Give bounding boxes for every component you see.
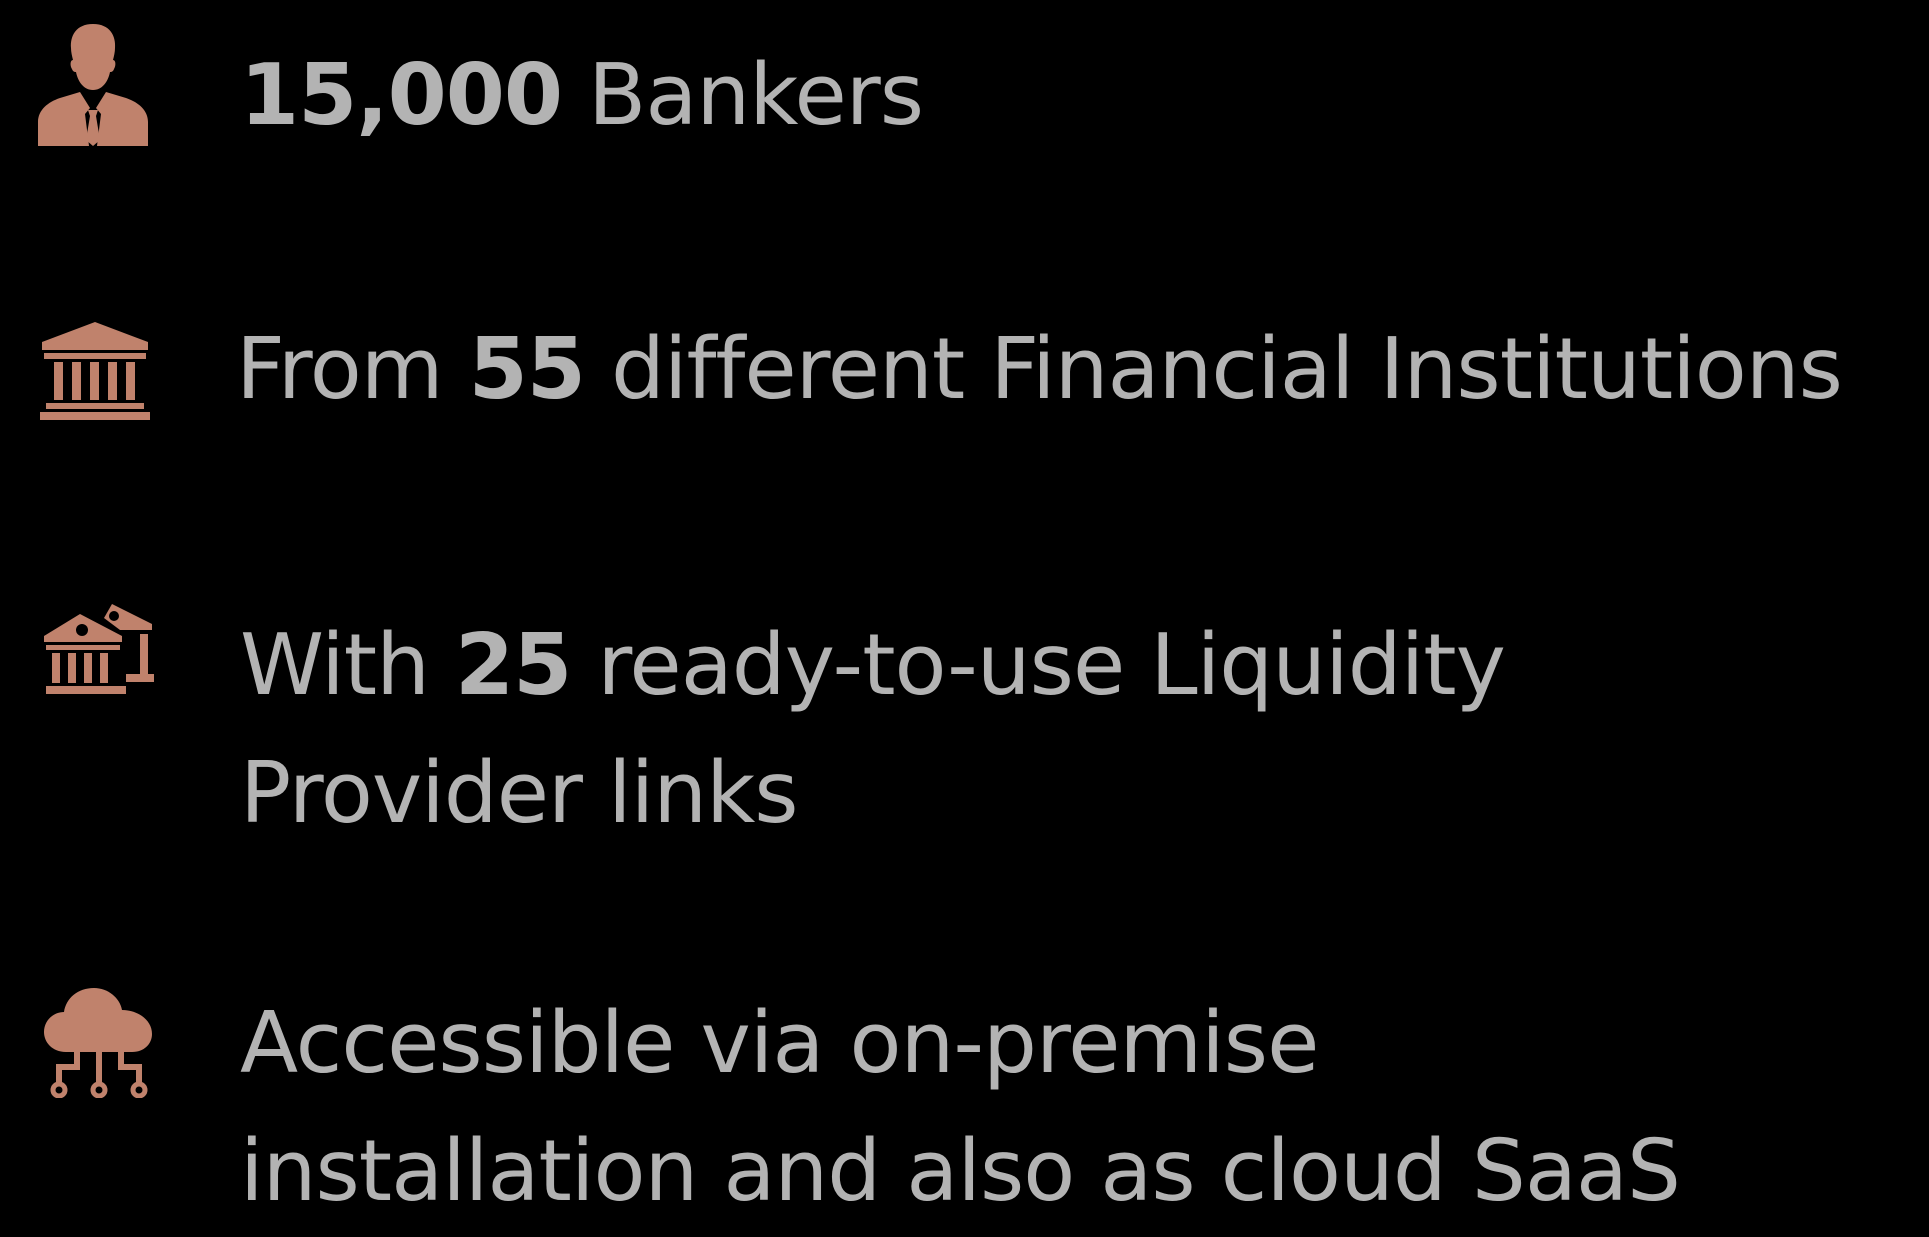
- stat-deployment: Accessible via on-premise installation a…: [0, 980, 1929, 1237]
- stat-deployment-line2: installation and also as cloud SaaS: [240, 1122, 1681, 1221]
- stat-bankers-label: Bankers: [562, 46, 924, 145]
- stat-liquidity-line1: With 25 ready-to-use Liquidity: [240, 602, 1506, 730]
- stats-page: 15,000 Bankers From 55 different Financi…: [0, 0, 1929, 1237]
- stat-institutions-prefix: From: [236, 320, 469, 419]
- stat-liquidity-line2: Provider links: [240, 744, 799, 843]
- stat-liquidity-links: With 25 ready-to-use Liquidity Provider …: [0, 590, 1929, 870]
- stat-bankers: 15,000 Bankers: [0, 0, 1929, 190]
- stat-liquidity-label: ready-to-use Liquidity: [571, 616, 1506, 715]
- stat-bankers-count: 15,000: [240, 46, 563, 145]
- banker-icon: [38, 24, 148, 146]
- stat-institutions-text: From 55 different Financial Institutions: [236, 306, 1843, 434]
- stat-liquidity-prefix: With: [240, 616, 456, 715]
- stat-deployment-line1: Accessible via on-premise: [240, 994, 1319, 1093]
- stat-institutions: From 55 different Financial Institutions: [0, 300, 1929, 450]
- stat-liquidity-count: 25: [455, 616, 572, 715]
- bank-icon: [40, 322, 150, 420]
- stat-institutions-count: 55: [468, 320, 586, 419]
- stat-institutions-label: different Financial Institutions: [584, 320, 1843, 419]
- banks-network-icon: [44, 604, 154, 694]
- stat-bankers-text: 15,000 Bankers: [240, 32, 924, 160]
- cloud-network-icon: [44, 988, 152, 1098]
